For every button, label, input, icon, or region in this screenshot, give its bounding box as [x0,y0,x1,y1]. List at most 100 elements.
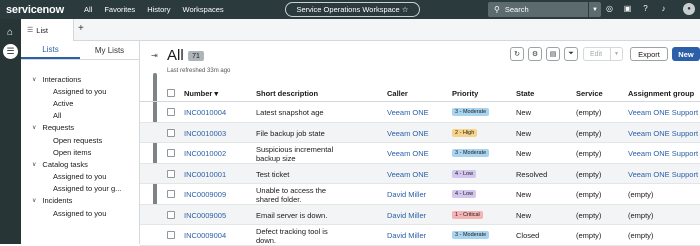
col-state[interactable]: State [516,89,534,98]
help-icon[interactable]: ? [640,3,651,14]
columns-icon: ▤ [549,51,557,58]
tree-group[interactable]: ∨ Interactions [21,73,131,85]
export-button[interactable]: Export [630,47,668,61]
assignment-group[interactable]: Veeam ONE Support [628,129,698,138]
incident-number-link[interactable]: INC0009009 [184,190,226,199]
global-search[interactable]: ⚲ Search ▼ [488,2,601,17]
tree-label: Assigned to you [53,86,107,96]
tab-my-lists[interactable]: My Lists [80,41,139,59]
assignment-group: (empty) [628,190,654,199]
new-button[interactable]: New [672,47,700,61]
caller-link[interactable]: David Miller [387,211,426,220]
incident-number-link[interactable]: INC0010003 [184,129,226,138]
col-number[interactable]: Number ▾ [184,89,218,98]
state-cell: New [516,210,532,220]
table-row[interactable]: INC0010001 Test ticket Veeam ONE 4 - Low Res… [140,163,700,184]
col-short-description[interactable]: Short description [256,89,318,98]
assignment-group[interactable]: Veeam ONE Support [628,108,698,117]
col-assignment-group[interactable]: Assignment group [628,89,694,98]
tree-group[interactable]: ∨ Requests [21,122,131,134]
table-row[interactable]: INC0009004 Defect tracking tool is down. D… [140,225,700,246]
caller-link[interactable]: David Miller [387,231,426,240]
caller-link[interactable]: Veeam ONE [387,108,429,117]
collapse-sidebar-icon[interactable]: ⇥ [151,51,158,60]
servicenow-logo[interactable]: servicenow [6,4,84,16]
top-nav-menu: All Favorites History Workspaces [84,5,236,14]
tree-item[interactable]: Active [21,97,131,109]
table-row[interactable]: INC0009005 Email server is down. David Mil… [140,204,700,225]
globe-icon[interactable]: ◎ [604,3,615,14]
list-icon[interactable]: ☰ [3,44,18,59]
chevron-down-icon[interactable]: ∨ [32,76,36,83]
incident-number-link[interactable]: INC0009005 [184,211,226,220]
chevron-down-icon[interactable]: ▼ [610,48,622,60]
refresh-icon: ↻ [514,51,520,58]
tab-lists[interactable]: Lists [21,41,80,59]
filter-button[interactable]: ⏷ [564,47,578,61]
columns-button[interactable]: ▤ [546,47,560,61]
nav-all[interactable]: All [84,5,92,14]
assignment-group[interactable]: Veeam ONE Support [628,149,698,158]
list-tree: ∨ Interactions Assigned to you Active All ∨ Re… [21,73,131,219]
row-checkbox[interactable] [167,169,175,178]
short-description: Test ticket [256,169,290,179]
chevron-down-icon[interactable]: ∨ [32,124,36,131]
nav-favorites[interactable]: Favorites [104,5,135,14]
row-checkbox[interactable] [167,231,175,239]
chevron-down-icon[interactable]: ∨ [32,197,36,204]
incident-number-link[interactable]: INC0010004 [184,108,226,117]
bell-icon[interactable]: ♪ [658,3,669,14]
incident-number-link[interactable]: INC0009004 [184,231,226,240]
add-tab-button[interactable]: + [78,23,84,34]
tree-label: Interactions [42,74,82,84]
table-row[interactable]: INC0010002 Suspicious incremental backup … [140,143,700,164]
home-icon[interactable]: ⌂ [3,26,17,39]
incident-number-link[interactable]: INC0010002 [184,149,226,158]
row-checkbox[interactable] [167,149,175,157]
caller-link[interactable]: Veeam ONE [387,149,429,158]
row-checkbox[interactable] [167,108,175,116]
col-caller[interactable]: Caller [387,89,408,98]
table-row[interactable]: INC0010003 File backup job state Veeam ONE… [140,122,700,143]
caller-link[interactable]: Veeam ONE [387,170,429,179]
search-scope-dropdown[interactable]: ▼ [588,2,601,17]
tree-item[interactable]: All [21,110,131,122]
search-input[interactable]: Search [505,5,529,14]
table-row[interactable]: INC0009009 Unable to access the shared fo… [140,184,700,205]
page-title: All [167,47,184,64]
caller-link[interactable]: David Miller [387,190,426,199]
chevron-down-icon[interactable]: ∨ [32,161,36,168]
incident-number-link[interactable]: INC0010001 [184,170,226,179]
caller-link[interactable]: Veeam ONE [387,129,429,138]
avatar[interactable]: ● [683,3,695,15]
row-checkbox[interactable] [167,128,175,137]
short-description: Defect tracking tool is down. [256,227,328,245]
col-service[interactable]: Service [576,89,603,98]
chat-icon[interactable]: ▣ [622,3,633,14]
row-checkbox[interactable] [167,190,175,198]
tab-list[interactable]: ☰ List [21,19,74,41]
tree-item[interactable]: Assigned to you [21,207,131,219]
nav-history[interactable]: History [147,5,170,14]
tree-item[interactable]: Assigned to you [21,85,131,97]
tree-group[interactable]: ∨ Incidents [21,195,131,207]
priority-badge: 3 - Moderate [452,149,490,157]
service-cell: (empty) [576,169,602,179]
table-row[interactable]: INC0010004 Latest snapshot age Veeam ONE 3 … [140,102,700,123]
tree-item[interactable]: Open items [21,146,131,158]
tree-group[interactable]: ∨ Catalog tasks [21,158,131,170]
refresh-button[interactable]: ↻ [510,47,524,61]
select-all-checkbox[interactable] [167,89,175,97]
tree-item[interactable]: Open requests [21,134,131,146]
edit-button[interactable]: Edit ▼ [583,47,623,61]
col-priority[interactable]: Priority [452,89,478,98]
state-cell: Closed [516,231,540,240]
tree-item[interactable]: Assigned to your g... [21,183,131,195]
tree-item[interactable]: Assigned to you [21,171,131,183]
workspace-pill[interactable]: Service Operations Workspace ☆ [285,2,420,17]
nav-workspaces[interactable]: Workspaces [183,5,224,14]
assignment-group[interactable]: Veeam ONE Support [628,170,698,179]
settings-button[interactable]: ⚙ [528,47,542,61]
edit-label: Edit [590,50,603,58]
row-checkbox[interactable] [167,210,175,219]
